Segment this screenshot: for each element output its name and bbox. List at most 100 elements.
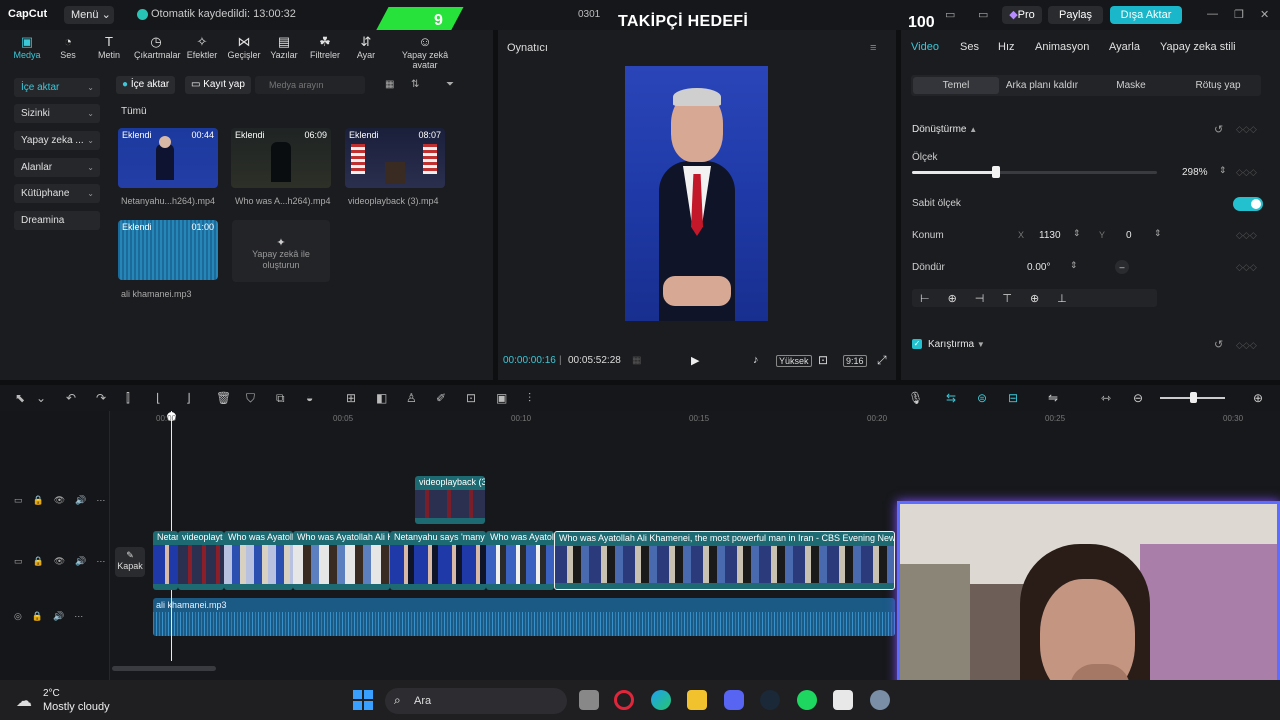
person-icon[interactable]: ♙ [406, 391, 417, 405]
microphone-icon[interactable]: 🎙 [908, 391, 923, 405]
zoom-in-icon[interactable]: ⊕ [1253, 391, 1263, 405]
spotify-icon[interactable] [797, 690, 817, 710]
audio-clip[interactable]: ali khamanei.mp3 [153, 598, 895, 636]
magnet-icon[interactable]: ⊜ [977, 391, 987, 405]
crop-icon[interactable]: ⧉ [276, 391, 285, 406]
taskbar-search[interactable]: Ara [385, 688, 567, 714]
delete-icon[interactable]: 🗑 [216, 391, 231, 405]
media-search-input[interactable] [255, 76, 365, 94]
weather-temp[interactable]: 2°C [43, 688, 60, 699]
rotate-input[interactable]: 0.00° [1027, 262, 1050, 273]
media-tab-audio[interactable]: ◔ Ses [47, 34, 89, 60]
media-item[interactable]: Eklendi 08:07 [345, 128, 445, 188]
menu-button[interactable]: Menü ⌄ [64, 6, 114, 24]
rotate-dial-icon[interactable]: – [1115, 260, 1129, 274]
main-clip[interactable]: Who was Ayatoll [486, 531, 554, 590]
keyframe-icon[interactable]: ◇◇◇ [1236, 230, 1257, 241]
record-button[interactable]: ▭ Kayıt yap [185, 76, 251, 94]
main-clip[interactable]: Who was Ayatollah Ali Khamenei, the most… [554, 531, 895, 590]
split-icon[interactable]: ⫿ [126, 391, 130, 406]
pos-y-input[interactable]: 0 [1126, 230, 1132, 241]
inspector-tab[interactable]: Video [911, 41, 939, 53]
sidebar-item-5[interactable]: Dreamina [14, 211, 100, 230]
align-icons[interactable]: ⊢⊕⊣⊤⊕⊥ [920, 292, 1085, 305]
share-button[interactable]: Paylaş [1048, 6, 1103, 24]
inspector-tab[interactable]: Hız [998, 41, 1015, 53]
media-tab-transitions[interactable]: ⋈ Geçişler [222, 34, 266, 60]
inspector-subtab[interactable]: Rötuş yap [1175, 77, 1261, 94]
import-button[interactable]: ● İçe aktar [116, 76, 176, 94]
pro-button[interactable]: ◆Pro [1002, 6, 1042, 24]
blend-section-title[interactable]: Karıştırma ▼ [928, 339, 985, 350]
reset-icon[interactable]: ↺ [1214, 123, 1223, 136]
keyframe-icon[interactable]: ◇◇◇ [1236, 167, 1257, 178]
cover-button[interactable]: ✎ Kapak [115, 547, 145, 577]
timeline-scrollbar[interactable] [112, 666, 216, 671]
sidebar-item-2[interactable]: Yapay zeka ... ⌄ [14, 131, 100, 150]
inspector-subtab[interactable]: Arka planı kaldır [999, 77, 1085, 94]
media-tab-sticker[interactable]: ◷ Çıkartmalar [134, 34, 181, 60]
blend-checkbox[interactable]: ✓ [912, 339, 922, 349]
media-item[interactable]: Eklendi 00:44 [118, 128, 218, 188]
main-clip[interactable]: Who was Ayatoll [224, 531, 293, 590]
grid-view-icon[interactable]: ▦ [385, 79, 394, 90]
redo-icon[interactable]: ↷ [96, 391, 106, 405]
link-icon[interactable]: ⇆ [946, 391, 956, 405]
mirror-icon[interactable]: ◧ [376, 391, 387, 405]
cloud-icon[interactable]: ☁ [16, 691, 32, 711]
undo-icon[interactable]: ↶ [66, 391, 76, 405]
media-item[interactable]: Eklendi 06:09 [231, 128, 331, 188]
pos-x-input[interactable]: 1130 [1039, 230, 1061, 241]
speed-icon[interactable]: ◒ [306, 391, 313, 405]
linkage-icon[interactable]: ⊟ [1008, 391, 1018, 405]
main-track-controls[interactable]: ▭🔒👁🔊⋯ [14, 556, 115, 567]
media-filter-label[interactable]: Tümü [121, 106, 147, 117]
discord-icon[interactable] [724, 690, 744, 710]
ai-create-card[interactable]: ✦ Yapay zekâ ile oluşturun [232, 220, 330, 282]
media-tab-text[interactable]: T Metin [88, 34, 130, 60]
scale-slider-track[interactable] [996, 171, 1157, 174]
magic-icon[interactable]: ✐ [436, 391, 446, 405]
windows-start-icon[interactable] [353, 690, 373, 710]
keyframe-icon[interactable]: ◇◇◇ [1236, 340, 1257, 351]
restore-icon[interactable]: ❐ [1234, 8, 1244, 21]
audio-track-controls[interactable]: ◎🔒🔊⋯ [14, 611, 93, 622]
edge-icon[interactable] [651, 690, 671, 710]
sort-icon[interactable]: ⇅ [411, 79, 419, 90]
fit-icon[interactable]: ⇿ [1101, 391, 1111, 405]
focus-icon[interactable]: ⊡ [818, 353, 828, 367]
inspector-tab[interactable]: Ses [960, 41, 979, 53]
select-icon[interactable]: ⬉ [15, 391, 25, 405]
media-tab-adjust[interactable]: ⇵ Ayar [345, 34, 387, 60]
inspector-subtab[interactable]: Temel [913, 77, 999, 94]
media-tab-ai-avatar[interactable]: ☺ Yapay zekâ avatar [390, 34, 460, 70]
hamburger-icon[interactable]: ≡ [870, 42, 876, 54]
aspect-ratio-button[interactable]: 9:16 [843, 355, 867, 367]
uniform-scale-toggle[interactable] [1233, 197, 1263, 211]
settings-icon[interactable] [870, 690, 890, 710]
main-clip[interactable]: videoplayt [178, 531, 224, 590]
replace-icon[interactable]: ⊞ [346, 391, 356, 405]
audio-split-icon[interactable]: ⫶ [528, 391, 531, 406]
keyframe-icon[interactable]: ◇◇◇ [1236, 124, 1257, 135]
media-tab-effects[interactable]: ✧ Efektler [181, 34, 223, 60]
weather-desc[interactable]: Mostly cloudy [43, 701, 110, 713]
main-clip[interactable]: Netanyahu says 'many s [390, 531, 486, 590]
overlay-track-controls[interactable]: ▭🔒👁🔊⋯ [14, 495, 115, 506]
stepper-icon[interactable]: ⇕ [1073, 228, 1081, 239]
main-clip[interactable]: Netar [153, 531, 178, 590]
marker-icon[interactable]: ⛉ [246, 391, 255, 406]
file-explorer-icon[interactable] [687, 690, 707, 710]
tiktok-icon[interactable]: ♪ [753, 354, 759, 366]
reset-icon[interactable]: ↺ [1214, 338, 1223, 351]
transform-section-title[interactable]: Dönüştürme ▲ [912, 124, 977, 135]
freeze-icon[interactable]: ▣ [496, 391, 507, 405]
layout-icon[interactable]: ▭ [945, 8, 955, 21]
project-name[interactable]: 0301 [578, 9, 600, 20]
minimize-icon[interactable]: — [1207, 8, 1218, 20]
media-item[interactable]: Eklendi 01:00 [118, 220, 218, 280]
split-right-icon[interactable]: ⌋ [186, 391, 191, 405]
chevron-down-icon[interactable]: ⌄ [36, 391, 46, 405]
frame-icon[interactable]: ▦ [632, 355, 641, 366]
inspector-tab[interactable]: Animasyon [1035, 41, 1089, 53]
